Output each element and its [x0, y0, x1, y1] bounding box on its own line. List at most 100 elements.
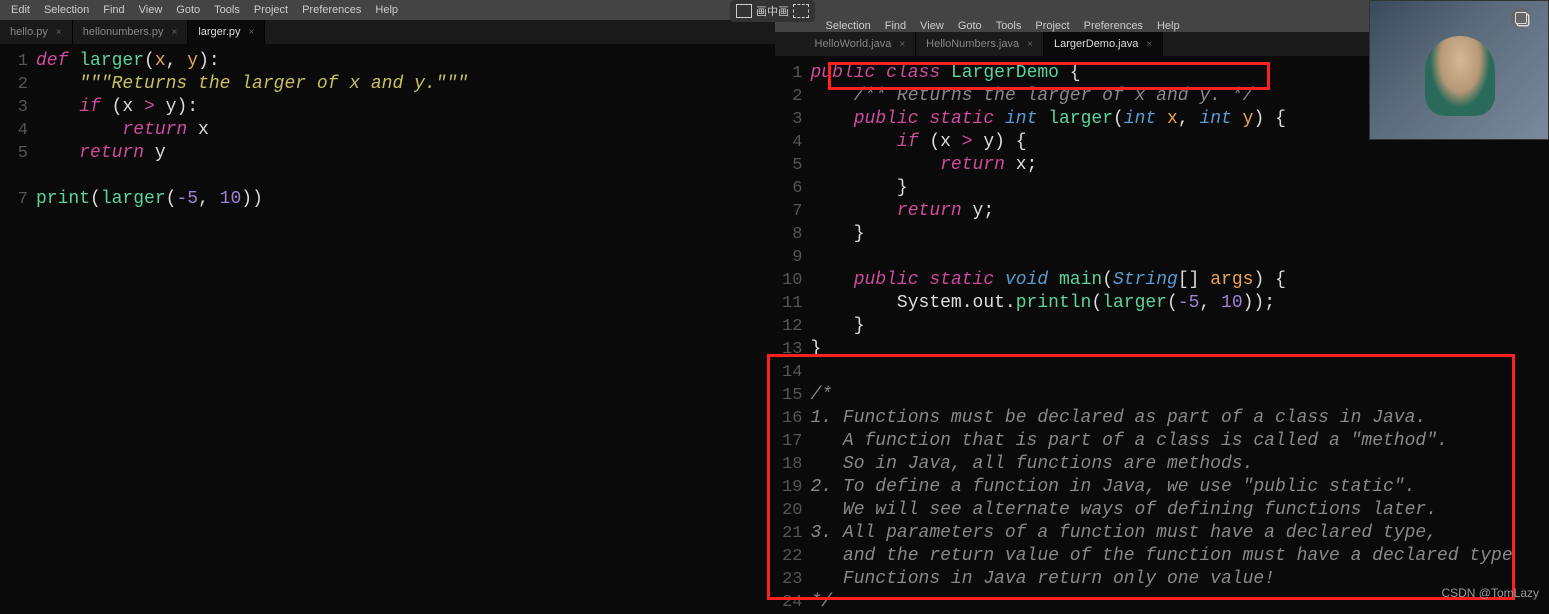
split-panes: hello.py×hellonumbers.py×larger.py× 1234…	[0, 20, 1549, 606]
code-line[interactable]: Functions in Java return only one value!	[811, 568, 1549, 591]
menu-item-help[interactable]: Help	[368, 4, 405, 16]
tab-label: hellonumbers.py	[83, 26, 164, 38]
code-line[interactable]: public static void main(String[] args) {	[811, 269, 1549, 292]
line-number: 3	[775, 108, 803, 131]
menu-item-preferences[interactable]: Preferences	[295, 4, 368, 16]
code-line[interactable]: return y	[36, 142, 775, 165]
left-pane: hello.py × hellonumbers.py × larger.py × 1234…	[0, 20, 775, 606]
line-number: 3	[0, 96, 28, 119]
gutter-left: 12345 7	[0, 50, 36, 606]
line-number: 11	[775, 292, 803, 315]
menu-item-project[interactable]: Project	[1028, 20, 1076, 32]
code-line[interactable]: print(larger(-5, 10))	[36, 188, 775, 211]
line-number: 17	[775, 430, 803, 453]
menu-item-find[interactable]: Find	[878, 20, 913, 32]
code-line[interactable]: 3. All parameters of a function must hav…	[811, 522, 1549, 545]
menu-item-tools[interactable]: Tools	[989, 20, 1029, 32]
line-number: 23	[775, 568, 803, 591]
menu-item-find[interactable]: Find	[96, 4, 131, 16]
tab-helloworld-java[interactable]: HelloWorld.java×	[805, 32, 917, 56]
close-icon[interactable]: ×	[56, 27, 62, 38]
code-line[interactable]: 2. To define a function in Java, we use …	[811, 476, 1549, 499]
tab-hellonumbers-java[interactable]: HelloNumbers.java×	[916, 32, 1044, 56]
code-line[interactable]: We will see alternate ways of defining f…	[811, 499, 1549, 522]
tab-hello-py[interactable]: hello.py ×	[0, 20, 73, 44]
line-number: 4	[0, 119, 28, 142]
menu-item-goto[interactable]: Goto	[169, 4, 207, 16]
code-line[interactable]: }	[811, 177, 1549, 200]
tab-larger-py[interactable]: larger.py ×	[188, 20, 265, 44]
menu-item-project[interactable]: Project	[247, 4, 295, 16]
code-line[interactable]: return y;	[811, 200, 1549, 223]
line-number: 7	[0, 188, 28, 211]
tab-label: larger.py	[198, 26, 240, 38]
code-line[interactable]: def larger(x, y):	[36, 50, 775, 73]
menu-item-view[interactable]: View	[132, 4, 170, 16]
close-icon[interactable]: ×	[899, 39, 905, 50]
line-number: 8	[775, 223, 803, 246]
code-line[interactable]: }	[811, 338, 1549, 361]
code-line[interactable]: */	[811, 591, 1549, 614]
line-number: 2	[775, 85, 803, 108]
menu-item-goto[interactable]: Goto	[951, 20, 989, 32]
close-icon[interactable]: ×	[249, 27, 255, 38]
line-number: 1	[0, 50, 28, 73]
line-number: 19	[775, 476, 803, 499]
line-number: 16	[775, 407, 803, 430]
close-icon[interactable]: ×	[1027, 39, 1033, 50]
line-number: 13	[775, 338, 803, 361]
close-icon[interactable]: ×	[171, 27, 177, 38]
code-line[interactable]: return x;	[811, 154, 1549, 177]
tab-label: hello.py	[10, 26, 48, 38]
line-number: 9	[775, 246, 803, 269]
line-number: 22	[775, 545, 803, 568]
code-line[interactable]: A function that is part of a class is ca…	[811, 430, 1549, 453]
menu-item-tools[interactable]: Tools	[207, 4, 247, 16]
code-line[interactable]: 1. Functions must be declared as part of…	[811, 407, 1549, 430]
code-left[interactable]: def larger(x, y): """Returns the larger …	[36, 50, 775, 606]
line-number: 20	[775, 499, 803, 522]
code-line[interactable]: and the return value of the function mus…	[811, 545, 1549, 568]
picture-in-picture-control[interactable]: 画中画	[730, 0, 815, 22]
code-line[interactable]: """Returns the larger of x and y."""	[36, 73, 775, 96]
pip-icon	[736, 4, 752, 18]
code-line[interactable]: System.out.println(larger(-5, 10));	[811, 292, 1549, 315]
code-right[interactable]: public class LargerDemo { /** Returns th…	[811, 62, 1549, 614]
menu-item-edit[interactable]: Edit	[4, 4, 37, 16]
line-number: 10	[775, 269, 803, 292]
line-number: 15	[775, 384, 803, 407]
editor-left[interactable]: 12345 7 def larger(x, y): """Returns the…	[0, 44, 775, 606]
copy-icon[interactable]	[1511, 8, 1531, 28]
code-line[interactable]	[811, 246, 1549, 269]
line-number: 18	[775, 453, 803, 476]
line-number: 2	[0, 73, 28, 96]
tab-hellonumbers-py[interactable]: hellonumbers.py ×	[73, 20, 189, 44]
tabbar-left: hello.py × hellonumbers.py × larger.py ×	[0, 20, 775, 44]
tab-largerdemo-java[interactable]: LargerDemo.java ×	[1044, 32, 1163, 56]
code-line[interactable]: So in Java, all functions are methods.	[811, 453, 1549, 476]
menu-item-view[interactable]: View	[913, 20, 951, 32]
line-number	[0, 165, 28, 188]
line-number: 21	[775, 522, 803, 545]
menu-item-selection[interactable]: Selection	[819, 20, 878, 32]
menu-item-help[interactable]: Help	[1150, 20, 1187, 32]
tab-label: LargerDemo.java	[1054, 38, 1138, 50]
pip-label: 画中画	[756, 3, 789, 19]
code-line[interactable]	[811, 361, 1549, 384]
close-icon[interactable]: ×	[1146, 39, 1152, 50]
code-line[interactable]	[36, 165, 775, 188]
line-number: 12	[775, 315, 803, 338]
code-line[interactable]: return x	[36, 119, 775, 142]
code-line[interactable]: /*	[811, 384, 1549, 407]
menu-item-preferences[interactable]: Preferences	[1077, 20, 1150, 32]
code-line[interactable]: if (x > y):	[36, 96, 775, 119]
menu-item-selection[interactable]: Selection	[37, 4, 96, 16]
gutter-right: 123456789101112131415161718192021222324	[775, 62, 811, 614]
code-line[interactable]: }	[811, 223, 1549, 246]
line-number: 7	[775, 200, 803, 223]
code-line[interactable]: }	[811, 315, 1549, 338]
line-number: 1	[775, 62, 803, 85]
line-number: 4	[775, 131, 803, 154]
line-number: 14	[775, 361, 803, 384]
line-number: 5	[775, 154, 803, 177]
